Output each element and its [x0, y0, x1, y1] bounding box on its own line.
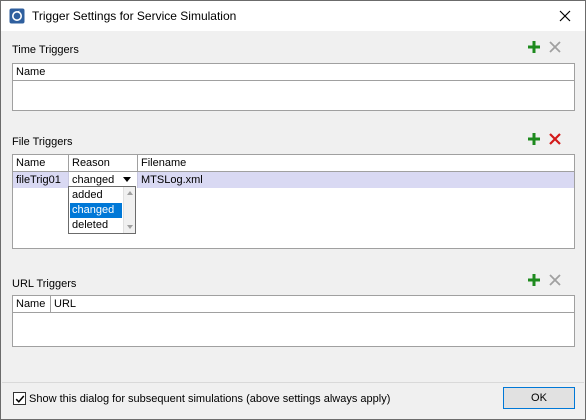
dropdown-scrollbar[interactable] — [123, 187, 135, 233]
add-url-trigger-icon[interactable] — [525, 271, 543, 289]
option-changed[interactable]: changed — [70, 203, 122, 218]
checkmark-icon — [15, 395, 25, 403]
close-icon[interactable] — [554, 5, 576, 27]
column-header-name[interactable]: Name — [13, 64, 574, 80]
time-triggers-label: Time Triggers — [12, 44, 79, 56]
url-triggers-header: Name URL — [13, 296, 574, 313]
reason-dropdown-list[interactable]: added changed deleted — [68, 186, 136, 234]
add-file-trigger-icon[interactable] — [525, 130, 543, 148]
time-triggers-grid[interactable]: Name — [12, 63, 575, 111]
app-icon — [9, 8, 25, 24]
column-header-filename[interactable]: Filename — [138, 155, 574, 171]
column-header-name[interactable]: Name — [13, 155, 69, 171]
url-triggers-label: URL Triggers — [12, 278, 77, 290]
show-dialog-label[interactable]: Show this dialog for subsequent simulati… — [29, 392, 390, 406]
delete-time-trigger-icon[interactable] — [546, 38, 564, 56]
delete-url-trigger-icon[interactable] — [546, 271, 564, 289]
column-header-reason[interactable]: Reason — [69, 155, 138, 171]
ok-button[interactable]: OK — [503, 387, 575, 409]
trigger-settings-dialog: Trigger Settings for Service Simulation … — [0, 0, 586, 420]
delete-file-trigger-icon[interactable] — [546, 130, 564, 148]
option-added[interactable]: added — [70, 188, 122, 203]
url-triggers-grid[interactable]: Name URL — [12, 295, 575, 347]
title-bar: Trigger Settings for Service Simulation — [1, 1, 585, 31]
column-header-url[interactable]: URL — [51, 296, 574, 312]
option-deleted[interactable]: deleted — [70, 218, 122, 233]
window-title: Trigger Settings for Service Simulation — [32, 9, 237, 23]
time-triggers-header: Name — [13, 64, 574, 81]
show-dialog-checkbox[interactable] — [13, 392, 26, 405]
filename-cell[interactable]: MTSLog.xml — [138, 172, 574, 188]
chevron-down-icon[interactable] — [123, 177, 131, 182]
file-triggers-header: Name Reason Filename — [13, 155, 574, 172]
scroll-up-icon[interactable] — [127, 191, 133, 195]
footer-divider — [2, 382, 584, 383]
trigger-name-cell[interactable]: fileTrig01 — [13, 172, 69, 188]
file-triggers-label: File Triggers — [12, 136, 73, 148]
column-header-name[interactable]: Name — [13, 296, 51, 312]
scroll-down-icon[interactable] — [127, 225, 133, 229]
add-time-trigger-icon[interactable] — [525, 38, 543, 56]
